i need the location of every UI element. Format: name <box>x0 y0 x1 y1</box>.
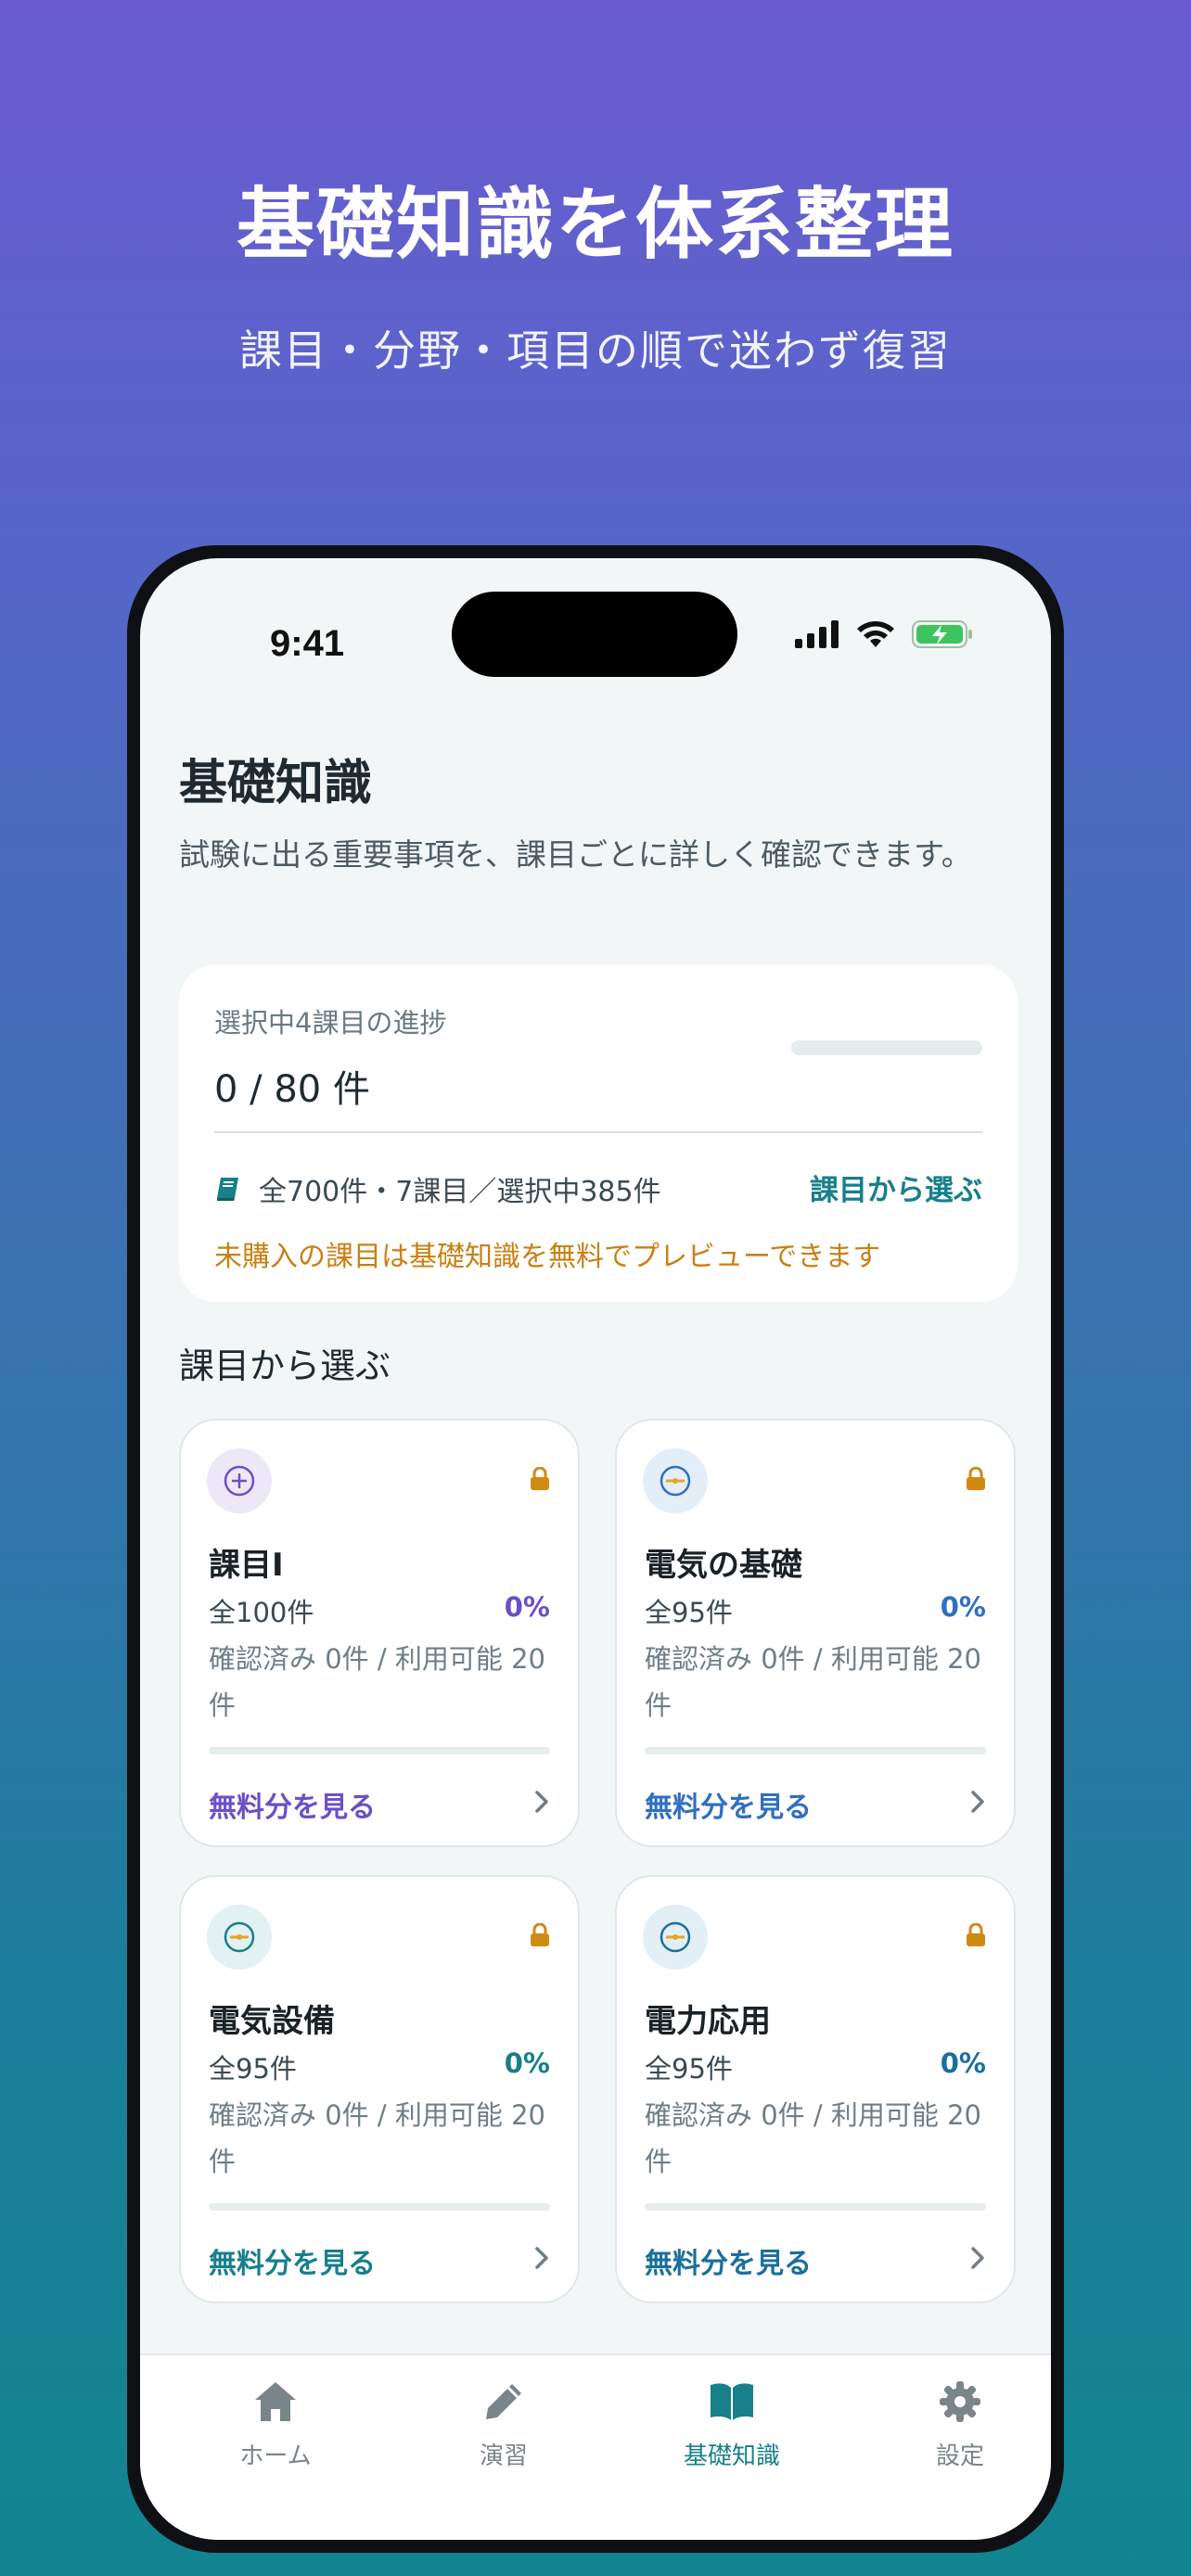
subject-percent: 0% <box>504 1591 550 1623</box>
lock-icon <box>531 1923 549 1946</box>
tab-knowledge-label: 基礎知識 <box>683 2442 780 2470</box>
view-free-link[interactable]: 無料分を見る <box>209 2240 376 2281</box>
book-open-icon <box>711 2383 753 2420</box>
chevron-right-icon[interactable] <box>969 1790 986 1814</box>
tab-settings-label: 設定 <box>935 2442 984 2470</box>
status-time: 9:41 <box>270 623 345 664</box>
page-title: 基礎知識 <box>179 756 373 811</box>
view-free-link[interactable]: 無料分を見る <box>645 1784 812 1825</box>
view-free-link[interactable]: 無料分を見る <box>645 2240 812 2281</box>
hero-subtitle: 課目・分野・項目の順で迷わず復習 <box>239 325 952 376</box>
section-title: 課目から選ぶ <box>179 1345 391 1386</box>
subject-name: 課目I <box>209 1547 284 1584</box>
subject-icon <box>643 1905 708 1970</box>
page-description: 試験に出る重要事項を、課目ごとに詳しく確認できます。 <box>179 836 972 873</box>
view-free-link[interactable]: 無料分を見る <box>209 1784 376 1825</box>
home-icon <box>255 2382 296 2421</box>
tab-practice-label: 演習 <box>479 2442 528 2470</box>
subject-meta: 確認済み 0件 / 利用可能 20件 <box>645 1643 981 1721</box>
subject-progress-bar <box>645 2203 986 2211</box>
signal-icon <box>795 620 839 648</box>
bolt-circle-icon <box>660 1465 691 1497</box>
subject-percent: 0% <box>940 1591 986 1623</box>
subject-total: 全95件 <box>209 2053 297 2085</box>
chevron-right-icon[interactable] <box>533 1790 550 1814</box>
progress-bar <box>791 1040 982 1055</box>
subject-meta: 確認済み 0件 / 利用可能 20件 <box>645 2099 981 2177</box>
tab-home-label: ホーム <box>239 2442 312 2470</box>
subject-progress-bar <box>209 1747 550 1754</box>
pencil-icon <box>486 2384 521 2419</box>
gear-icon <box>940 2381 980 2422</box>
subject-name: 電気設備 <box>209 2003 335 2040</box>
subject-total: 全95件 <box>645 2053 733 2085</box>
subject-icon <box>207 1448 272 1513</box>
plus-circle-icon <box>224 1465 255 1497</box>
subject-card[interactable]: 電気設備 全95件 0% 確認済み 0件 / 利用可能 20件 無料分を見る <box>179 1875 580 2303</box>
subject-meta: 確認済み 0件 / 利用可能 20件 <box>209 1643 545 1721</box>
subject-card[interactable]: 電力応用 全95件 0% 確認済み 0件 / 利用可能 20件 無料分を見る <box>615 1875 1016 2303</box>
subject-card[interactable]: 課目I 全100件 0% 確認済み 0件 / 利用可能 20件 無料分を見る <box>179 1419 580 1847</box>
progress-card: 選択中4課目の進捗 0 / 80 件 全700件・7課目／選択中385件 課目か… <box>179 964 1018 1302</box>
hero-title: 基礎知識を体系整理 <box>236 179 954 270</box>
progress-count: 0 / 80 件 <box>214 1068 370 1111</box>
choose-subject-link[interactable]: 課目から選ぶ <box>810 1167 982 1208</box>
subject-total: 全100件 <box>209 1597 314 1628</box>
dynamic-island <box>452 592 737 677</box>
subject-name: 電気の基礎 <box>645 1547 802 1584</box>
subject-card[interactable]: 電気の基礎 全95件 0% 確認済み 0件 / 利用可能 20件 無料分を見る <box>615 1419 1016 1847</box>
subject-icon <box>643 1448 708 1513</box>
subject-total: 全95件 <box>645 1597 733 1628</box>
subject-percent: 0% <box>940 2047 986 2079</box>
subject-name: 電力応用 <box>645 2003 771 2040</box>
divider <box>214 1131 982 1133</box>
bolt-circle-icon <box>224 1921 255 1953</box>
tab-home[interactable]: ホーム <box>183 2379 368 2471</box>
subject-progress-bar <box>209 2203 550 2211</box>
tab-practice[interactable]: 演習 <box>411 2379 596 2471</box>
chevron-right-icon[interactable] <box>533 2246 550 2270</box>
subject-icon <box>207 1905 272 1970</box>
tab-knowledge[interactable]: 基礎知識 <box>639 2379 825 2471</box>
phone-frame: 9:41 基礎知識 試験に出る重要事項を、課目ごとに詳しく確認できます。 選択中… <box>127 545 1064 2553</box>
bolt-circle-icon <box>660 1921 691 1953</box>
subject-meta: 確認済み 0件 / 利用可能 20件 <box>209 2099 545 2177</box>
chevron-right-icon[interactable] <box>969 2246 986 2270</box>
progress-info-text: 全700件・7課目／選択中385件 <box>259 1176 661 1208</box>
tab-bar: ホーム 演習 基礎知識 設定 <box>140 2353 1051 2540</box>
app-screen: 9:41 基礎知識 試験に出る重要事項を、課目ごとに詳しく確認できます。 選択中… <box>140 558 1051 2540</box>
status-icons <box>795 619 973 649</box>
progress-info: 全700件・7課目／選択中385件 <box>214 1168 661 1209</box>
subject-progress-bar <box>645 1747 986 1754</box>
tab-settings[interactable]: 設定 <box>867 2379 1051 2471</box>
wifi-icon <box>857 621 894 647</box>
subject-percent: 0% <box>504 2047 550 2079</box>
lock-icon <box>967 1923 985 1946</box>
progress-label: 選択中4課目の進捗 <box>214 1007 447 1039</box>
lock-icon <box>967 1467 985 1490</box>
book-icon <box>217 1178 238 1201</box>
lock-icon <box>531 1467 549 1490</box>
battery-charging-icon <box>912 620 972 648</box>
preview-note: 未購入の課目は基礎知識を無料でプレビューできます <box>214 1241 881 1273</box>
